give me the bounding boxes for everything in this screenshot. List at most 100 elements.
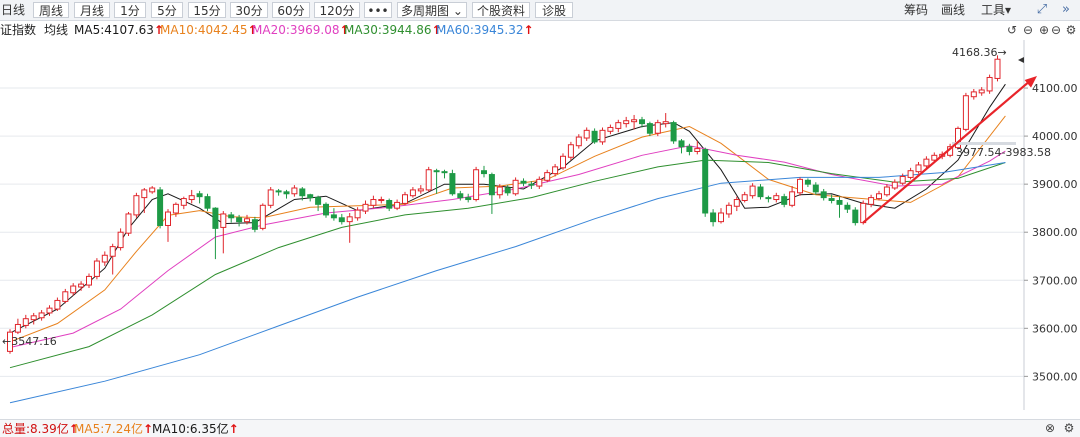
more-periods-button[interactable]: •••	[364, 2, 392, 18]
y-tick-label: 3600.00	[1032, 322, 1078, 335]
chevron-down-icon: ⌄	[452, 4, 463, 18]
candle-up	[378, 199, 385, 202]
candle-up	[86, 275, 92, 286]
close-icon[interactable]: ⊗	[1043, 421, 1057, 435]
candle-up	[370, 199, 377, 206]
candle-up	[165, 211, 171, 226]
candle-down	[828, 198, 835, 201]
candle-down	[852, 209, 859, 224]
period-button-120min[interactable]: 120分	[314, 2, 360, 18]
period-toolbar: 日线 周线 月线 1分 5分 15分 30分 60分 120分 ••• 多周期图…	[0, 0, 1080, 21]
candle-down	[307, 194, 314, 199]
candle-down	[504, 187, 511, 194]
total-volume: 总量:8.39亿↑	[2, 422, 79, 436]
back-icon[interactable]: ↺	[1005, 23, 1019, 37]
candle-down	[251, 219, 258, 230]
period-button-week[interactable]: 周线	[33, 2, 69, 18]
candle-down	[204, 196, 211, 209]
candle-up	[962, 95, 969, 130]
candle-up	[876, 193, 882, 200]
candle-down	[686, 146, 693, 152]
tools-label: 工具	[981, 3, 1006, 17]
candle-up	[883, 186, 890, 196]
candle-up	[575, 136, 582, 147]
candle-down	[433, 170, 440, 173]
candle-up	[749, 185, 756, 197]
candle-down	[646, 123, 653, 134]
multi-period-dropdown[interactable]: 多周期图 ⌄	[397, 2, 467, 18]
indicator-bar: 证指数 均线 MA5:4107.63↑ MA10:4042.45↑ MA20:3…	[0, 21, 1080, 39]
candlestick-chart[interactable]: 3500.00 3600.00 3700.00 3800.00 3900.00 4000.…	[0, 40, 1080, 418]
candle-up	[125, 213, 132, 234]
candle-down	[441, 171, 448, 174]
y-tick-label: 4000.00	[1032, 130, 1078, 143]
candle-up	[994, 58, 1001, 79]
candle-up	[38, 312, 45, 319]
period-button-1min[interactable]: 1分	[114, 2, 146, 18]
candle-down	[465, 197, 472, 201]
candle-down	[196, 193, 203, 198]
candle-up	[101, 254, 108, 263]
candle-up	[149, 187, 156, 193]
period-button-15min[interactable]: 15分	[188, 2, 226, 18]
draw-line-button[interactable]: 画线	[941, 2, 965, 18]
zoom-out-icon[interactable]: ⊖	[1021, 23, 1035, 37]
tools-button[interactable]: 工具▾	[981, 2, 1011, 18]
candle-up	[117, 231, 124, 249]
diagnose-button[interactable]: 诊股	[535, 2, 573, 18]
candle-down	[330, 214, 337, 219]
candle-up	[615, 122, 622, 129]
period-button-5min[interactable]: 5分	[151, 2, 183, 18]
fullscreen-icon[interactable]: ⤢	[1034, 2, 1050, 18]
period-button-30min[interactable]: 30分	[230, 2, 268, 18]
period-button-60min[interactable]: 60分	[272, 2, 310, 18]
high-price-label: 4168.36→	[952, 46, 1007, 59]
period-button-month[interactable]: 月线	[74, 2, 110, 18]
multi-period-label: 多周期图	[401, 4, 450, 18]
chips-button[interactable]: 筹码	[904, 2, 928, 18]
candle-up	[141, 189, 148, 199]
candle-up	[773, 195, 780, 201]
candle-up	[923, 158, 930, 167]
volume-bar: 总量:8.39亿↑ MA5:7.24亿↑ MA10:6.35亿↑ ⊗ ⚙	[0, 419, 1080, 437]
candle-up	[512, 179, 519, 195]
candle-down	[157, 189, 164, 226]
candle-down	[844, 204, 851, 210]
candle-down	[449, 173, 456, 195]
candle-up	[631, 119, 638, 123]
candle-down	[702, 149, 709, 214]
y-tick-label: 4100.00	[1032, 82, 1078, 95]
candle-down	[283, 191, 290, 195]
period-button-day[interactable]: 日线	[0, 2, 26, 18]
candle-up	[868, 197, 875, 205]
candle-up	[986, 76, 993, 92]
candle-up	[30, 315, 37, 321]
candle-down	[299, 188, 306, 197]
candle-down	[812, 184, 819, 193]
candle-down	[386, 199, 393, 209]
candle-up	[915, 164, 922, 173]
candle-up	[607, 126, 614, 132]
minimize-icon[interactable]: ⊖	[1049, 23, 1063, 37]
range-label: 3977.54-3983.58	[956, 146, 1051, 159]
settings-icon[interactable]: ⚙	[1062, 421, 1076, 435]
candle-down	[820, 191, 827, 199]
settings-icon[interactable]: ⚙	[1064, 23, 1078, 37]
candle-up	[536, 178, 543, 187]
double-chevron-right-icon[interactable]: »	[1058, 2, 1074, 18]
candle-up	[599, 129, 606, 143]
candle-up	[899, 175, 906, 184]
candle-down	[323, 203, 329, 216]
candle-up	[291, 187, 298, 195]
stock-info-button[interactable]: 个股资料	[472, 2, 530, 18]
candle-up	[54, 299, 61, 310]
candle-up	[70, 285, 77, 294]
candle-up	[733, 199, 740, 207]
candle-up	[544, 172, 551, 181]
candle-down	[520, 180, 527, 184]
index-name: 证指数	[0, 23, 37, 37]
candle-down	[236, 217, 243, 223]
tools-caret-icon: ▾	[1005, 3, 1012, 17]
avg-line-toggle[interactable]: 均线	[44, 23, 68, 37]
candle-down	[315, 197, 322, 205]
